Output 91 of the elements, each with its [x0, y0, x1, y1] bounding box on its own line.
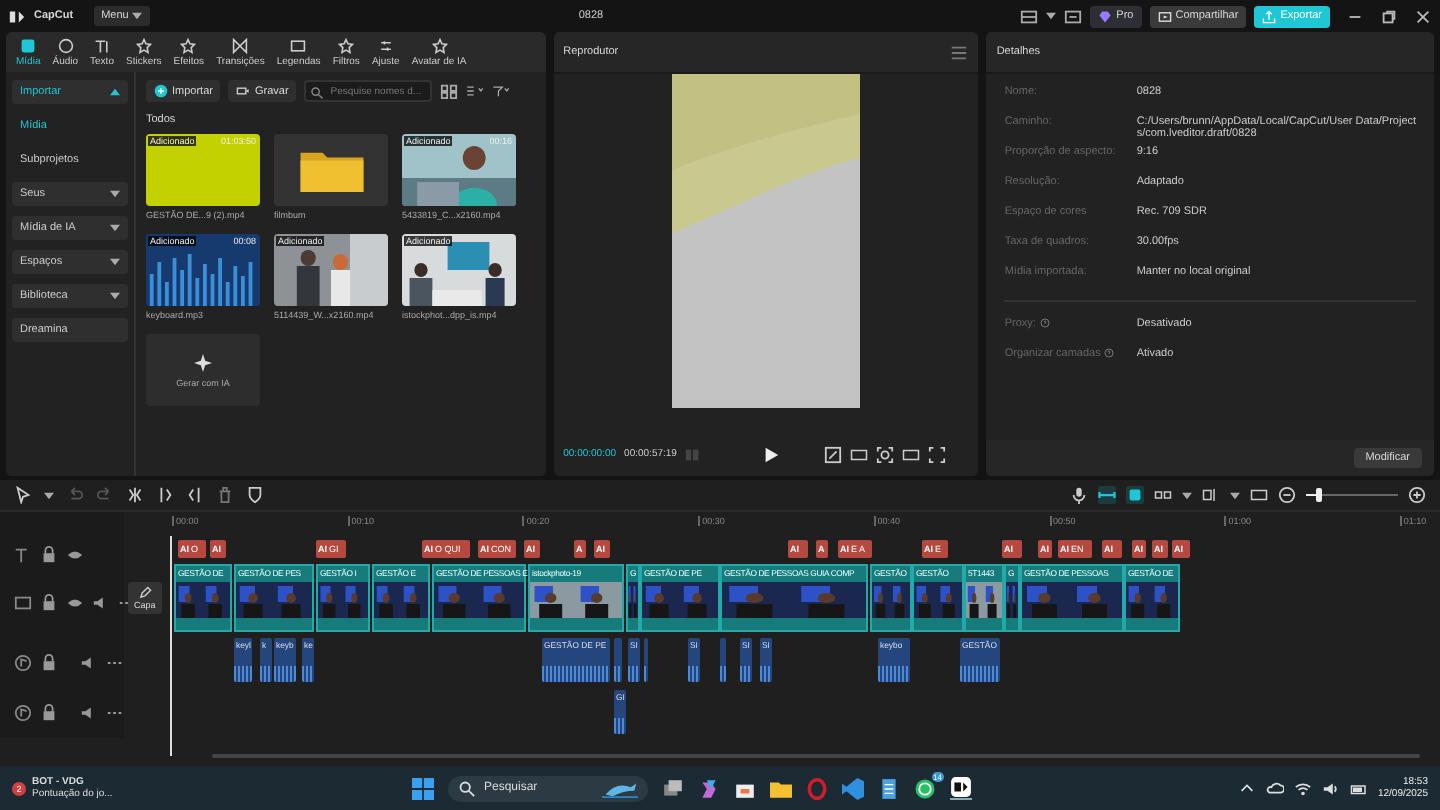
chat-icon[interactable] — [914, 777, 936, 799]
filter-icon — [338, 37, 355, 53]
slider-thumb[interactable] — [1315, 488, 1322, 502]
caret-icon[interactable] — [44, 491, 54, 499]
caret-icon — [132, 12, 143, 20]
start-icon[interactable] — [412, 777, 434, 799]
magnet-icon[interactable] — [1098, 486, 1116, 504]
lock-icon[interactable] — [40, 593, 58, 611]
caret-icon — [110, 224, 120, 232]
ring-icon[interactable] — [806, 777, 828, 799]
quality-icon[interactable] — [850, 445, 869, 463]
caret-icon[interactable] — [1046, 12, 1057, 20]
sort-icon[interactable] — [466, 82, 485, 100]
video-thumbnail[interactable] — [146, 134, 260, 206]
audio-clip[interactable] — [614, 638, 622, 682]
adjust-icon — [377, 37, 394, 53]
transition-icon — [232, 37, 249, 53]
delete-icon[interactable] — [216, 486, 234, 504]
focus-icon[interactable] — [876, 445, 895, 463]
help-icon[interactable] — [1104, 348, 1115, 358]
text-icon — [94, 37, 110, 53]
dolphin-icon — [602, 779, 638, 797]
ratio-icon[interactable] — [902, 445, 921, 463]
folder-thumbnail[interactable] — [274, 134, 388, 206]
filter-icon[interactable] — [492, 82, 511, 100]
caret-icon — [110, 292, 120, 300]
fullscreen-icon[interactable] — [928, 445, 947, 463]
microphone-icon[interactable] — [1070, 486, 1088, 504]
caret-icon — [110, 190, 120, 198]
link-icon[interactable] — [1126, 486, 1144, 504]
restore-icon[interactable] — [1380, 7, 1398, 25]
pencil-icon — [137, 586, 152, 600]
grid-view-icon[interactable] — [440, 82, 459, 100]
menu-icon[interactable] — [950, 43, 969, 61]
upload-icon — [1262, 9, 1277, 23]
zoom-out-icon[interactable] — [1278, 486, 1296, 504]
help-icon[interactable] — [1039, 318, 1050, 328]
wifi-icon[interactable] — [1293, 779, 1312, 797]
volume-icon[interactable] — [1321, 779, 1340, 797]
caret-icon[interactable] — [1182, 491, 1192, 499]
sparkle-icon — [194, 353, 212, 371]
battery-icon[interactable] — [1349, 779, 1368, 797]
search-icon — [310, 86, 325, 100]
audio-clip[interactable] — [720, 638, 726, 682]
task-view-icon[interactable] — [662, 777, 684, 799]
close-icon[interactable] — [1414, 7, 1432, 25]
code-editor-icon[interactable] — [842, 777, 864, 799]
video-track-icon — [14, 593, 32, 611]
shield-icon[interactable] — [246, 486, 264, 504]
lock-icon[interactable] — [40, 704, 58, 722]
layout-icon[interactable] — [1020, 7, 1039, 25]
eye-icon[interactable] — [66, 546, 84, 564]
editor-app-icon[interactable] — [950, 776, 972, 800]
notes-icon[interactable] — [878, 777, 900, 799]
logo-icon — [8, 7, 26, 25]
avatar-icon — [431, 37, 448, 53]
audio-track-icon — [14, 654, 32, 672]
copilot-icon[interactable] — [698, 777, 720, 799]
chain-icon[interactable] — [1154, 486, 1172, 504]
text-track-icon — [14, 546, 32, 564]
scrollbar[interactable] — [212, 754, 1420, 758]
share-icon — [1157, 9, 1172, 23]
caret-icon — [110, 258, 120, 266]
preview-axis-icon[interactable] — [1202, 486, 1220, 504]
play-icon[interactable] — [762, 445, 781, 463]
folder-icon[interactable] — [770, 777, 792, 799]
caret-icon — [110, 88, 120, 96]
media-icon — [20, 37, 37, 53]
gem-icon — [1098, 9, 1113, 23]
search-icon — [458, 779, 476, 797]
effects-icon — [180, 37, 197, 53]
crop-icon[interactable] — [824, 445, 843, 463]
cursor-icon[interactable] — [14, 486, 32, 504]
audio-track-icon — [14, 704, 32, 722]
caret-icon[interactable] — [1230, 491, 1240, 499]
folder-icon — [299, 148, 363, 192]
cloud-icon[interactable] — [1265, 779, 1284, 797]
zoom-in-icon[interactable] — [1408, 486, 1426, 504]
lock-icon[interactable] — [40, 546, 58, 564]
chevron-up-icon[interactable] — [1237, 779, 1256, 797]
camera-icon — [236, 84, 251, 98]
caption-icon — [290, 37, 307, 53]
split-icon[interactable] — [126, 486, 144, 504]
audio-icon — [57, 37, 74, 53]
subtitle-icon[interactable] — [1250, 486, 1268, 504]
lock-icon[interactable] — [40, 654, 58, 672]
panel-icon[interactable] — [1064, 7, 1083, 25]
split-left-icon[interactable] — [156, 486, 174, 504]
plus-icon — [154, 84, 168, 98]
split-right-icon[interactable] — [186, 486, 204, 504]
sticker-icon — [135, 37, 152, 53]
